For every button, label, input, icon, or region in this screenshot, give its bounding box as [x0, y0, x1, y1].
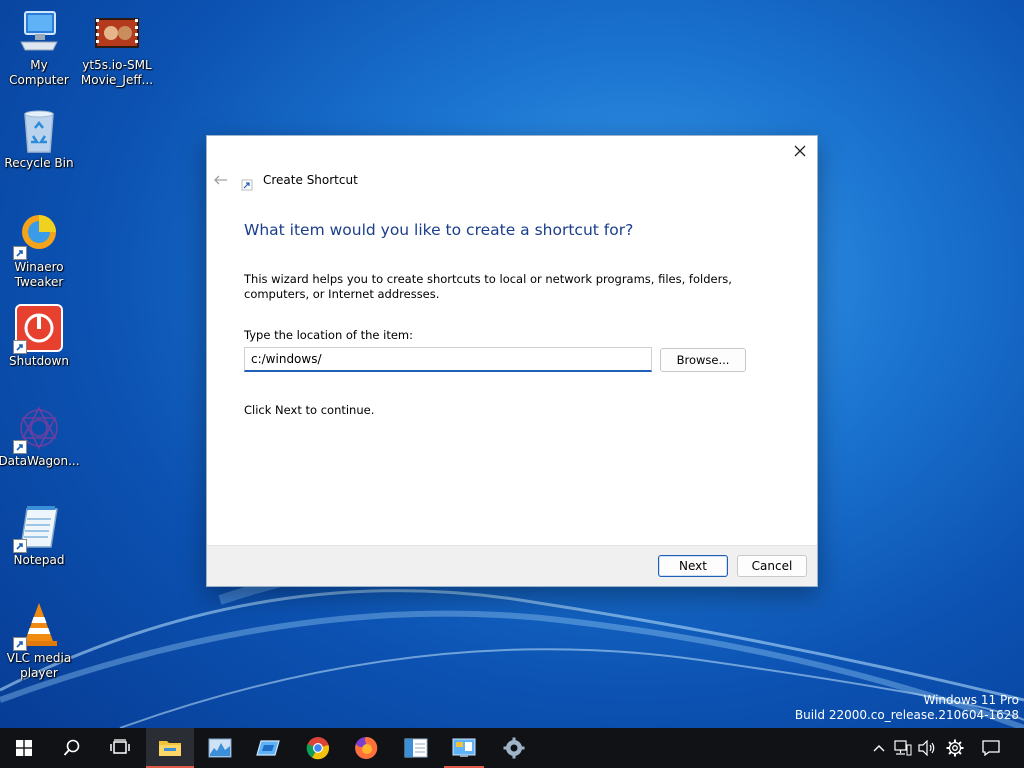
desktop-icon-video-file[interactable]: yt5s.io-SML Movie_Jeff...	[78, 8, 156, 88]
watermark-build: Build 22000.co_release.210604-1628	[794, 708, 1019, 722]
desktop-icon-vlc[interactable]: VLC media player	[0, 601, 78, 681]
search-icon	[63, 739, 80, 756]
power-icon	[13, 304, 63, 354]
desktop-icon-label: Recycle Bin	[4, 156, 74, 170]
desktop-icon-label: Notepad	[13, 553, 65, 567]
back-button[interactable]	[213, 172, 229, 188]
task-view-button[interactable]	[96, 728, 144, 768]
volume-button[interactable]	[915, 728, 939, 768]
dialog-footer: Next Cancel	[207, 545, 817, 586]
search-button[interactable]	[48, 728, 96, 768]
desktop-icon-label: VLC media player	[6, 651, 72, 680]
settings-tray-button[interactable]	[943, 728, 967, 768]
firefox-button[interactable]	[342, 728, 390, 768]
location-label: Type the location of the item:	[244, 328, 414, 342]
watermark-edition: Windows 11 Pro	[923, 693, 1019, 707]
chevron-up-icon	[873, 745, 885, 752]
browse-button[interactable]: Browse...	[660, 348, 746, 372]
settings-button[interactable]	[490, 728, 538, 768]
wizard-description: This wizard helps you to create shortcut…	[244, 272, 732, 301]
notepad-icon	[13, 503, 63, 553]
shortcut-arrow-icon	[13, 340, 27, 354]
network-icon	[894, 740, 912, 756]
create-shortcut-dialog: Create Shortcut What item would you like…	[206, 135, 818, 587]
location-input[interactable]	[244, 347, 652, 372]
notifications-button[interactable]	[979, 728, 1003, 768]
desktop-icon-label: yt5s.io-SML Movie_Jeff...	[80, 58, 154, 87]
shortcut-arrow-icon	[13, 637, 27, 651]
desktop-icon-label: Winaero Tweaker	[14, 260, 64, 289]
desktop-icon-label: Shutdown	[9, 354, 69, 368]
desktop-icon-winaero-tweaker[interactable]: Winaero Tweaker	[0, 210, 78, 290]
desktop-icon-recycle-bin[interactable]: Recycle Bin	[0, 106, 78, 171]
speaker-icon	[918, 740, 935, 756]
shortcut-arrow-icon	[13, 539, 27, 553]
video-file-icon	[93, 8, 141, 56]
reader-icon	[404, 738, 428, 758]
desktop-icon-datawagon[interactable]: DataWagon...	[0, 404, 80, 469]
firefox-icon	[355, 736, 378, 759]
desktop-icon-my-computer[interactable]: My Computer	[0, 8, 78, 88]
winaero-tweaker-icon	[13, 210, 63, 260]
notification-icon	[982, 740, 1000, 756]
next-button[interactable]: Next	[658, 555, 728, 577]
close-button[interactable]	[789, 140, 811, 162]
gear-icon	[503, 737, 525, 759]
remote-desktop-icon	[256, 740, 280, 756]
desktop-icon-label: My Computer	[9, 58, 69, 87]
desktop-icon-shutdown[interactable]: Shutdown	[0, 304, 78, 369]
gear-icon	[946, 739, 964, 757]
remote-desktop-button[interactable]	[244, 728, 292, 768]
task-view-icon	[110, 739, 130, 754]
desktop-icon-label: DataWagon...	[0, 454, 80, 468]
control-panel-button[interactable]	[440, 728, 488, 768]
reader-app-button[interactable]	[392, 728, 440, 768]
datawagon-icon	[13, 404, 63, 454]
chrome-icon	[306, 737, 330, 760]
control-panel-icon	[452, 738, 476, 757]
resource-monitor-button[interactable]	[196, 728, 244, 768]
back-arrow-icon	[214, 175, 227, 185]
close-icon	[794, 145, 806, 157]
dialog-title: Create Shortcut	[263, 173, 358, 187]
resource-monitor-icon	[208, 738, 232, 758]
taskbar	[0, 728, 1024, 768]
shortcut-wizard-icon	[241, 176, 253, 191]
continue-hint: Click Next to continue.	[244, 403, 375, 417]
start-button[interactable]	[0, 728, 48, 768]
vlc-cone-icon	[13, 601, 63, 651]
show-hidden-icons-button[interactable]	[867, 728, 891, 768]
chrome-button[interactable]	[294, 728, 342, 768]
cancel-button[interactable]: Cancel	[737, 555, 807, 577]
computer-icon	[15, 8, 63, 56]
desktop-icon-notepad[interactable]: Notepad	[0, 503, 78, 568]
file-explorer-button[interactable]	[146, 728, 194, 768]
folder-icon	[159, 741, 181, 756]
windows-logo-icon	[16, 740, 32, 756]
recycle-bin-icon	[15, 106, 63, 154]
network-button[interactable]	[891, 728, 915, 768]
shortcut-arrow-icon	[13, 246, 27, 260]
shortcut-arrow-icon	[13, 440, 27, 454]
wizard-heading: What item would you like to create a sho…	[244, 221, 634, 239]
windows-build-watermark: Windows 11 Pro Build 22000.co_release.21…	[795, 693, 1019, 723]
